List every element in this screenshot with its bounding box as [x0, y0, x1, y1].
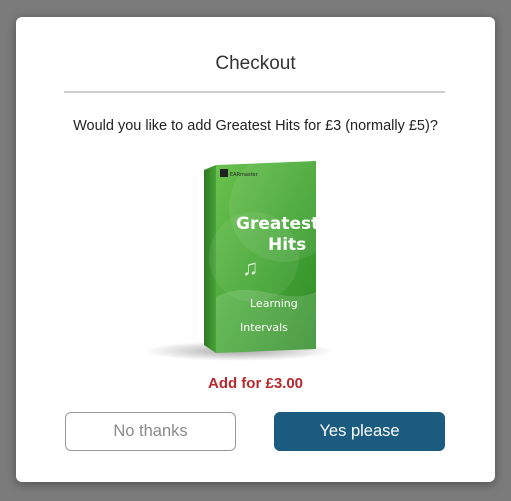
cover-subtitle-line2: Intervals — [240, 321, 288, 334]
yes-please-button[interactable]: Yes please — [274, 412, 445, 451]
upsell-question: Would you like to add Greatest Hits for … — [73, 118, 438, 134]
no-thanks-button[interactable]: No thanks — [65, 412, 236, 451]
product-box-image: EARmaster Greatest Hits ♫ Learning Inter… — [144, 157, 334, 361]
publisher-mark: EARmaster — [230, 172, 259, 178]
cover-title-line1: Greatest — [236, 214, 319, 234]
publisher-logo-icon — [220, 169, 228, 177]
checkout-dialog: Checkout Would you like to add Greatest … — [16, 17, 495, 482]
cover-subtitle-line1: Learning — [250, 297, 298, 310]
title-divider — [64, 91, 445, 93]
offer-price: Add for £3.00 — [207, 375, 304, 392]
cover-title-line2: Hits — [268, 235, 306, 255]
dialog-title: Checkout — [215, 53, 296, 74]
music-note-icon: ♫ — [242, 255, 259, 280]
